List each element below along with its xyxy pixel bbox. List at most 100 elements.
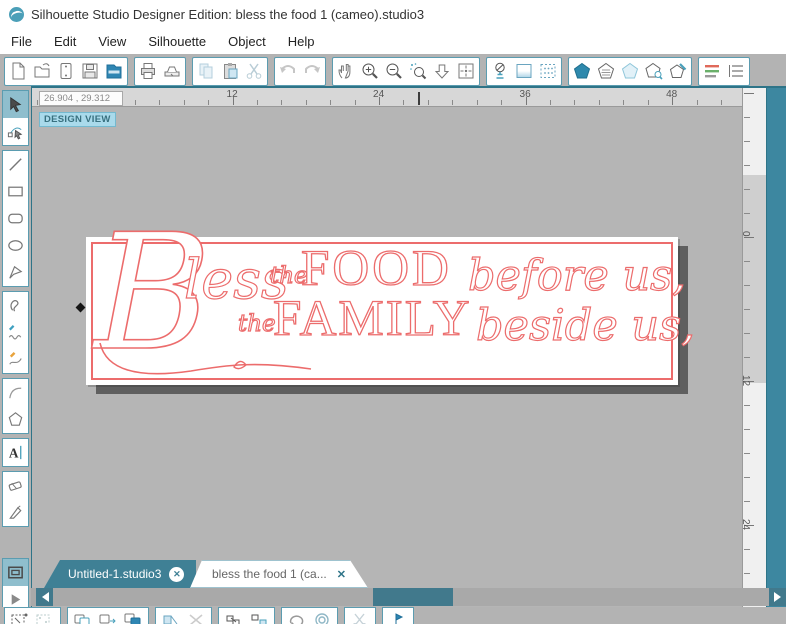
ruler-vertical: 0 12 24 (742, 88, 766, 607)
main-toolbar (0, 54, 786, 88)
sketch-tool[interactable] (3, 319, 28, 346)
ruler-vertical-shade (743, 175, 766, 383)
send-to-silhouette-icon[interactable] (161, 59, 183, 83)
rotate-icon[interactable] (286, 611, 308, 624)
undo-icon[interactable] (277, 59, 299, 83)
rectangle-tool[interactable] (3, 178, 28, 205)
ellipse-tool[interactable] (3, 232, 28, 259)
draw-polygon-tool[interactable] (3, 259, 28, 286)
polygon-tool[interactable] (3, 406, 28, 433)
duplicate-right-icon[interactable] (97, 611, 119, 624)
ruler-h-label: 12 (226, 89, 238, 100)
select-tool[interactable] (3, 91, 28, 118)
ruler-cursor-marker (418, 92, 420, 105)
fill-gradient-icon[interactable] (595, 59, 617, 83)
paste-icon[interactable] (219, 59, 241, 83)
menu-silhouette[interactable]: Silhouette (137, 30, 217, 53)
zoom-selection-icon[interactable] (407, 59, 429, 83)
toolbar-group-zoom (332, 56, 480, 86)
board-text-family: FAMILY (272, 291, 472, 347)
open-library-icon[interactable] (55, 59, 77, 83)
silhouette-logo-icon (9, 6, 24, 22)
bottom-group-transform (4, 607, 61, 624)
board-text-the-2: the (237, 311, 276, 337)
cut-icon[interactable] (243, 59, 265, 83)
pan-icon[interactable] (335, 59, 357, 83)
page-setup-icon[interactable] (513, 59, 535, 83)
ungroup-icon[interactable] (248, 611, 270, 624)
line-color-icon[interactable] (667, 59, 689, 83)
toolbar-group-history (274, 56, 326, 86)
tab-bless-label: bless the food 1 (ca... (212, 567, 327, 581)
new-document-icon[interactable] (7, 59, 29, 83)
ruler-h-label: 36 (519, 89, 531, 100)
scrollbar-thumb[interactable] (373, 588, 453, 606)
toolbar-group-file (4, 56, 128, 86)
toolbar-group-text (698, 56, 750, 86)
tab-bless-close-icon[interactable]: ✕ (337, 568, 346, 581)
mirror-icon[interactable] (160, 611, 182, 624)
window-title: Silhouette Studio Designer Edition: bles… (31, 6, 425, 22)
horizontal-scrollbar[interactable] (31, 588, 786, 606)
knife-tool[interactable] (3, 499, 28, 526)
scroll-left-button[interactable] (36, 588, 53, 606)
flag-small-icon[interactable] (387, 611, 409, 624)
grid-settings-icon[interactable] (537, 59, 559, 83)
transform-select-icon[interactable] (9, 611, 31, 624)
copy-icon[interactable] (195, 59, 217, 83)
group-icon[interactable] (223, 611, 245, 624)
zoom-in-icon[interactable] (359, 59, 381, 83)
fit-to-page-icon[interactable] (455, 59, 477, 83)
print-icon[interactable] (137, 59, 159, 83)
board-text-before-us: before us, (467, 251, 686, 301)
line-style-icon[interactable] (643, 59, 665, 83)
right-panel-strip[interactable] (766, 88, 786, 607)
menu-help[interactable]: Help (277, 30, 326, 53)
open-file-icon[interactable] (31, 59, 53, 83)
menu-object[interactable]: Object (217, 30, 277, 53)
duplicate-icon[interactable] (72, 611, 94, 624)
edit-points-tool[interactable] (3, 118, 28, 145)
line-spacing-icon[interactable] (725, 59, 747, 83)
svg-text:A: A (9, 445, 19, 460)
line-tool[interactable] (3, 151, 28, 178)
drag-zoom-icon[interactable] (431, 59, 453, 83)
smooth-sketch-tool[interactable] (3, 346, 28, 373)
bottom-group-group (218, 607, 275, 624)
draw-curve-tool[interactable] (3, 292, 28, 319)
scissors-small-icon[interactable] (349, 611, 371, 624)
spiral-icon[interactable] (311, 611, 333, 624)
arc-tool[interactable] (3, 379, 28, 406)
tab-untitled[interactable]: Untitled-1.studio3 ✕ (44, 560, 196, 588)
transform-points-icon[interactable] (34, 611, 56, 624)
ruler-v-label: 12 (742, 375, 751, 387)
fill-color-icon[interactable] (571, 59, 593, 83)
redo-icon[interactable] (301, 59, 323, 83)
menu-edit[interactable]: Edit (43, 30, 87, 53)
save-to-library-icon[interactable] (103, 59, 125, 83)
delete-icon[interactable] (185, 611, 207, 624)
toolbar-group-page (486, 56, 562, 86)
save-icon[interactable] (79, 59, 101, 83)
zoom-out-icon[interactable] (383, 59, 405, 83)
text-tool[interactable]: A (3, 439, 28, 466)
cutting-mat-icon[interactable] (489, 59, 511, 83)
rounded-rectangle-tool[interactable] (3, 205, 28, 232)
design-canvas[interactable]: 12 24 36 48 26.904 , 29.312 DESIGN VIEW B l… (31, 88, 742, 607)
menu-file[interactable]: File (0, 30, 43, 53)
scroll-right-button[interactable] (769, 588, 786, 606)
scroll-right-arrow-icon (773, 592, 786, 602)
tab-bless-the-food[interactable]: bless the food 1 (ca... ✕ (190, 560, 368, 588)
duplicate-down-icon[interactable] (122, 611, 144, 624)
board-text-beside-us: beside us, (475, 301, 695, 351)
bottom-group-edit (155, 607, 212, 624)
fill-pattern-icon[interactable] (619, 59, 641, 83)
text-style-icon[interactable] (701, 59, 723, 83)
menu-view[interactable]: View (87, 30, 137, 53)
page-panel-button[interactable] (3, 559, 28, 586)
eraser-tool[interactable] (3, 472, 28, 499)
tools-sidebar: A (0, 88, 31, 614)
title-bar: Silhouette Studio Designer Edition: bles… (0, 0, 786, 28)
design-board[interactable]: B less the FOOD before us, the FAMILY be… (86, 212, 695, 385)
tab-untitled-close-icon[interactable]: ✕ (169, 566, 185, 582)
